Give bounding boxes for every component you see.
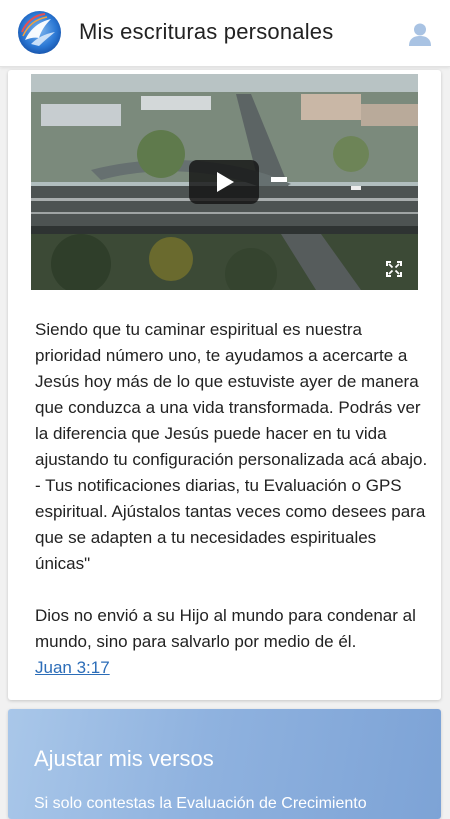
intro-paragraph: Siendo que tu caminar espiritual es nues… <box>35 320 428 573</box>
verse-block: Dios no envió a su Hijo al mundo para co… <box>35 603 430 681</box>
dove-globe-logo-icon[interactable] <box>17 10 62 55</box>
adjust-verses-subtitle: Si solo contestas la Evaluación de Creci… <box>34 795 367 812</box>
intro-card: Siendo que tu caminar espiritual es nues… <box>8 70 441 700</box>
user-avatar-icon[interactable] <box>406 20 434 48</box>
page-title: Mis escrituras personales <box>79 19 334 44</box>
play-button[interactable] <box>189 160 259 204</box>
adjust-verses-card[interactable]: Ajustar mis versos Si solo contestas la … <box>8 709 441 819</box>
adjust-verses-title: Ajustar mis versos <box>34 746 214 771</box>
video-player[interactable] <box>31 74 418 290</box>
fullscreen-button[interactable] <box>386 261 402 277</box>
intro-text: Siendo que tu caminar espiritual es nues… <box>35 317 430 681</box>
fullscreen-icon <box>386 261 402 277</box>
play-icon <box>217 172 234 192</box>
app-header: Mis escrituras personales <box>0 0 450 67</box>
verse-link[interactable]: Juan 3:17 <box>35 658 110 677</box>
verse-text: Dios no envió a su Hijo al mundo para co… <box>35 606 416 651</box>
